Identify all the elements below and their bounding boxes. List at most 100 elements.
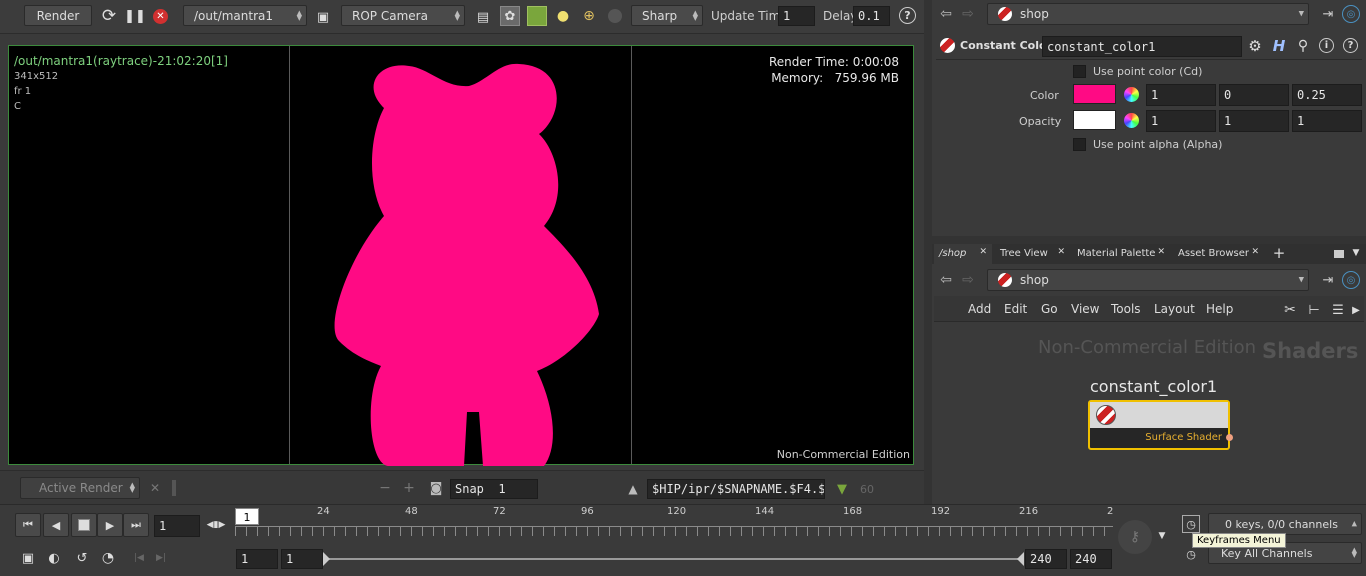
render-button[interactable]: Render — [24, 5, 92, 26]
jump-end-button[interactable]: ⏭ — [123, 513, 149, 537]
menu-tools[interactable]: Tools — [1111, 302, 1141, 316]
help-icon[interactable]: ? — [899, 7, 916, 24]
tree-layout-icon[interactable]: ⊢ — [1306, 302, 1322, 318]
step-back-button[interactable]: ◀ — [43, 513, 69, 537]
key-dial-icon[interactable]: ⚷ — [1118, 520, 1152, 554]
menu-edit[interactable]: Edit — [1004, 302, 1027, 316]
stop-icon[interactable]: ✕ — [153, 9, 168, 24]
network-back-icon[interactable]: ⇦ — [938, 272, 954, 288]
tab-tree-view[interactable]: Tree View ✕ — [994, 244, 1070, 264]
menu-go[interactable]: Go — [1041, 302, 1058, 316]
rop-path-dropdown[interactable]: /out/mantra1 ▲ ▼ — [183, 5, 307, 26]
pause-icon[interactable]: ❚❚ — [124, 6, 146, 26]
info-icon[interactable]: i — [1319, 38, 1334, 53]
tools-wrench-icon[interactable]: ✂ — [1282, 302, 1298, 318]
keys-info-dropdown[interactable]: 0 keys, 0/0 channels ▲ — [1208, 513, 1362, 535]
jump-to-rop-icon[interactable]: ▣ — [313, 8, 333, 26]
preview-toggle-icon[interactable]: ✿ — [500, 6, 520, 26]
use-point-alpha-checkbox[interactable] — [1073, 138, 1086, 151]
jump-start-button[interactable]: ⏮ — [15, 513, 41, 537]
range-end2-field[interactable]: 240 — [1070, 549, 1112, 569]
pane-divider-vertical[interactable] — [924, 0, 932, 504]
snapshot-save-icon[interactable]: ▲ — [625, 481, 641, 497]
range-start2-field[interactable]: 1 — [281, 549, 323, 569]
pane-divider-horizontal[interactable] — [932, 236, 1366, 244]
delay-field[interactable]: 0.1 — [853, 6, 890, 26]
menu-help[interactable]: Help — [1206, 302, 1233, 316]
pane-menu-icon[interactable]: ▼ — [1350, 247, 1362, 259]
range-slider-end-handle[interactable] — [1017, 552, 1024, 566]
tab-material-palette[interactable]: Material Palette ✕ — [1072, 244, 1170, 264]
clock-icon[interactable]: ◔ — [98, 548, 118, 568]
opacity-g-field[interactable]: 1 — [1219, 110, 1289, 132]
add-tab-icon[interactable]: + — [1270, 244, 1288, 262]
color-r-field[interactable]: 1 — [1146, 84, 1216, 106]
color-wheel-icon[interactable] — [1124, 87, 1139, 102]
tab-shop[interactable]: /shop ✕ — [934, 244, 992, 264]
color-swatch[interactable] — [1073, 84, 1116, 104]
timeline-ruler[interactable]: 1 24 48 72 96 120 144 168 192 216 2 — [235, 506, 1113, 544]
stop-button[interactable] — [71, 513, 97, 537]
use-point-color-checkbox[interactable] — [1073, 65, 1086, 78]
audio-icon[interactable]: ▣ — [18, 548, 38, 568]
node-name-field[interactable]: constant_color1 — [1042, 36, 1242, 57]
sphere-icon[interactable] — [608, 9, 622, 23]
key-dropdown-arrow-icon[interactable]: ▼ — [1156, 530, 1168, 542]
link-icon[interactable]: ◎ — [1342, 5, 1360, 23]
realtime-icon[interactable]: ↺ — [72, 548, 92, 568]
snapshot-slider[interactable] — [172, 480, 176, 496]
snapshot-pin-icon[interactable]: ▼ — [834, 481, 850, 497]
camera-dropdown[interactable]: ROP Camera ▲ ▼ — [341, 5, 465, 26]
forward-arrow-icon[interactable]: ⇨ — [960, 6, 976, 22]
add-snapshot-icon[interactable]: + — [402, 480, 416, 496]
shader-node[interactable]: Surface Shader — [1088, 400, 1233, 450]
close-snapshot-icon[interactable]: ✕ — [148, 481, 162, 495]
frame-step-icon[interactable]: ◀▮▶ — [203, 517, 229, 533]
snap-field[interactable]: Snap 1 — [450, 479, 538, 499]
param-network-dropdown[interactable]: shop ▼ — [987, 3, 1309, 25]
shader-node-output-port[interactable] — [1226, 434, 1233, 441]
range-slider-start-handle[interactable] — [323, 552, 330, 566]
current-frame-field[interactable]: 1 — [154, 515, 200, 537]
range-end-field[interactable]: 240 — [1025, 549, 1067, 569]
hda-h-icon[interactable]: H — [1270, 37, 1288, 55]
remove-snapshot-icon[interactable]: − — [378, 480, 392, 496]
network-forward-icon[interactable]: ⇨ — [960, 272, 976, 288]
update-time-field[interactable]: 1 — [778, 6, 815, 26]
camera-icon[interactable]: ◙ — [427, 480, 445, 496]
tab-close-icon[interactable]: ✕ — [1157, 247, 1165, 257]
tab-close-icon[interactable]: ✕ — [1251, 247, 1259, 257]
back-arrow-icon[interactable]: ⇦ — [938, 6, 954, 22]
speaker-icon[interactable]: ◐ — [44, 548, 64, 568]
zoom-icon[interactable]: ⊕ — [579, 6, 599, 26]
pane-layout-icon[interactable] — [1334, 250, 1344, 258]
play-button[interactable]: ▶ — [97, 513, 123, 537]
next-key-icon[interactable]: ▶| — [152, 548, 170, 568]
light-bulb-icon[interactable]: ● — [554, 6, 572, 26]
range-start-field[interactable]: 1 — [236, 549, 278, 569]
range-slider-track[interactable] — [326, 558, 1022, 560]
menu-view[interactable]: View — [1071, 302, 1099, 316]
tab-close-icon[interactable]: ✕ — [1057, 247, 1065, 257]
snap-path-field[interactable]: $HIP/ipr/$SNAPNAME.$F4.$ — [647, 479, 825, 499]
refresh-icon[interactable]: ⟳ — [99, 6, 119, 26]
pin-icon[interactable]: ⇥ — [1320, 6, 1336, 22]
param-help-icon[interactable]: ? — [1343, 38, 1358, 53]
network-link-icon[interactable]: ◎ — [1342, 271, 1360, 289]
filter-dropdown[interactable]: Sharp ▲ ▼ — [631, 5, 703, 26]
prev-key-icon[interactable]: |◀ — [130, 548, 148, 568]
opacity-r-field[interactable]: 1 — [1146, 110, 1216, 132]
camera-pick-icon[interactable]: ▤ — [473, 8, 493, 26]
network-pin-icon[interactable]: ⇥ — [1320, 272, 1336, 288]
color-b-field[interactable]: 0.25 — [1292, 84, 1362, 106]
network-path-dropdown[interactable]: shop ▼ — [987, 269, 1309, 291]
keyframes-menu-icon[interactable]: ◷ — [1182, 515, 1200, 533]
opacity-wheel-icon[interactable] — [1124, 113, 1139, 128]
opacity-b-field[interactable]: 1 — [1292, 110, 1362, 132]
search-icon[interactable]: ⚲ — [1294, 37, 1312, 55]
render-viewport[interactable]: /out/mantra1(raytrace)-21:02:20[1] 341x5… — [8, 45, 914, 466]
list-view-icon[interactable]: ☰ — [1330, 302, 1346, 318]
active-render-dropdown[interactable]: Active Render ▲ ▼ — [20, 477, 140, 499]
color-g-field[interactable]: 0 — [1219, 84, 1289, 106]
menu-add[interactable]: Add — [968, 302, 991, 316]
